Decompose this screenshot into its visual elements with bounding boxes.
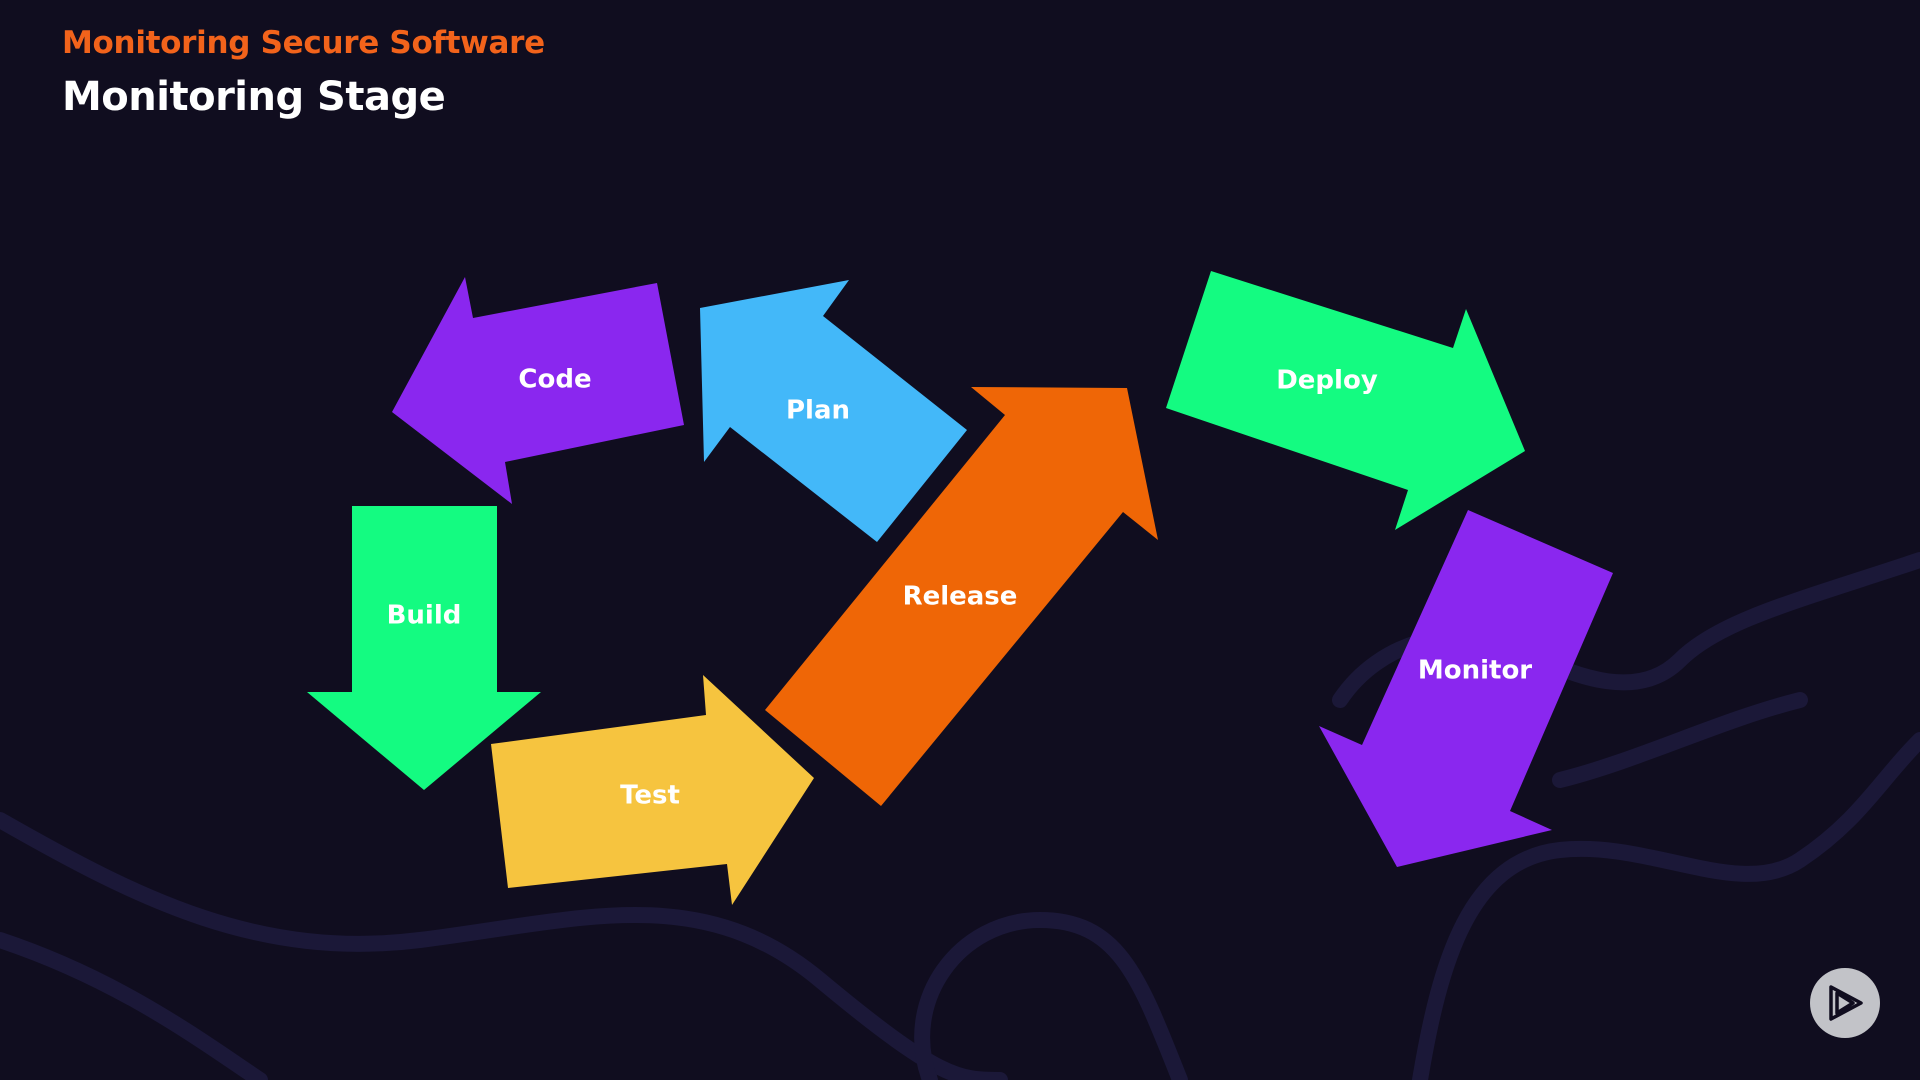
arrow-shape-monitor — [1319, 510, 1613, 867]
stage-arrow-plan: Plan — [700, 280, 967, 542]
stage-label-build: Build — [387, 601, 462, 631]
stage-label-release: Release — [903, 582, 1018, 612]
stage-label-monitor: Monitor — [1418, 656, 1532, 686]
play-button[interactable] — [1810, 968, 1880, 1038]
arrow-shape-deploy — [1166, 271, 1525, 530]
stage-arrow-monitor: Monitor — [1319, 510, 1613, 867]
stage-label-plan: Plan — [786, 396, 850, 426]
devops-cycle-diagram: Code Plan Build Test Release Deploy Moni… — [0, 271, 1920, 1080]
stage-label-deploy: Deploy — [1276, 366, 1378, 396]
play-icon — [1829, 985, 1863, 1021]
stage-label-code: Code — [518, 365, 591, 395]
stage-arrow-deploy: Deploy — [1166, 271, 1525, 530]
stage-arrow-code: Code — [392, 277, 684, 504]
stage-label-test: Test — [620, 781, 680, 811]
